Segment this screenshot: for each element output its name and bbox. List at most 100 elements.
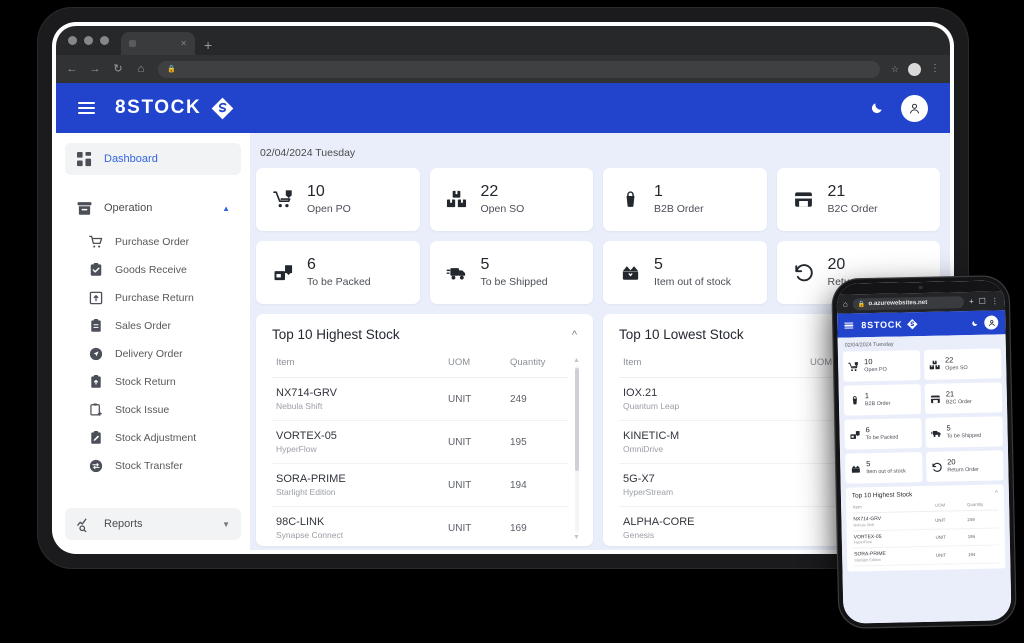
sidebar-item-dashboard[interactable]: Dashboard bbox=[65, 143, 241, 175]
user-avatar-icon[interactable] bbox=[984, 315, 999, 330]
package-up-icon bbox=[850, 429, 861, 440]
browser-tab[interactable]: ✕ bbox=[121, 32, 195, 55]
close-window-dot[interactable] bbox=[68, 36, 77, 45]
chevron-up-icon[interactable]: ^ bbox=[995, 490, 998, 496]
arrow-left-icon[interactable]: ← bbox=[66, 63, 78, 75]
stat-value: 20 bbox=[827, 255, 846, 273]
sidebar-item-goods-receive[interactable]: Goods Receive bbox=[65, 256, 241, 284]
column-header-uom: UOM bbox=[933, 500, 967, 512]
kebab-menu-icon[interactable]: ⋮ bbox=[991, 296, 999, 305]
clipboard-list-icon bbox=[88, 319, 103, 334]
stat-card-to-be-shipped[interactable]: 5 To be Shipped bbox=[429, 241, 593, 304]
stat-card-open-po[interactable]: 10 Open PO bbox=[842, 350, 921, 382]
tab-count-icon[interactable]: ☐ bbox=[979, 296, 986, 305]
cell-uom: UNIT bbox=[444, 463, 506, 507]
stat-card-to-be-packed[interactable]: 6 To be Packed bbox=[844, 418, 922, 450]
moon-icon[interactable] bbox=[971, 319, 978, 326]
phone-app-header: 8STOCK bbox=[837, 310, 1006, 338]
table-scrollbar[interactable]: ▲ ▼ bbox=[572, 357, 581, 541]
scroll-down-arrow-icon[interactable]: ▼ bbox=[573, 534, 580, 541]
table-row[interactable]: VORTEX-05 HyperFlow UNIT 195 bbox=[272, 420, 568, 464]
stat-card-open-so[interactable]: 22 Open SO bbox=[429, 168, 593, 231]
user-avatar-icon[interactable] bbox=[901, 94, 928, 122]
chevron-up-icon[interactable]: ^ bbox=[572, 329, 577, 341]
cell-quantity: 249 bbox=[506, 377, 568, 421]
stat-value: 10 bbox=[864, 357, 873, 367]
table-row[interactable]: SORA-PRIME Starlight Edition UNIT 194 bbox=[852, 544, 1000, 566]
sidebar-item-stock-return[interactable]: Stock Return bbox=[65, 368, 241, 396]
brand-logo[interactable]: 8STOCK bbox=[861, 318, 918, 331]
cell-uom: UNIT bbox=[934, 545, 968, 564]
scrollbar-track[interactable] bbox=[574, 366, 579, 532]
reload-icon[interactable]: ↻ bbox=[112, 63, 124, 75]
sidebar-item-delivery-order[interactable]: Delivery Order bbox=[65, 340, 241, 368]
item-description: Synapse Connect bbox=[276, 530, 344, 540]
stat-card-b2b-order[interactable]: 1 B2B Order bbox=[843, 384, 922, 416]
panel-header[interactable]: Top 10 Highest Stock ^ bbox=[256, 314, 593, 352]
sidebar-group-reports[interactable]: Reports ▼ bbox=[65, 508, 241, 540]
stat-card-b2c-order[interactable]: 21 B2C Order bbox=[776, 168, 940, 231]
close-tab-icon[interactable]: ✕ bbox=[180, 39, 187, 48]
home-icon[interactable]: ⌂ bbox=[135, 63, 147, 75]
sidebar-item-stock-issue[interactable]: Stock Issue bbox=[65, 396, 241, 424]
sidebar-group-operation[interactable]: Operation ▲ bbox=[65, 192, 241, 224]
minimize-window-dot[interactable] bbox=[84, 36, 93, 45]
table-row[interactable]: 98C-LINK Synapse Connect UNIT 169 bbox=[272, 506, 568, 546]
address-bar[interactable]: 🔒 bbox=[158, 60, 880, 78]
sidebar-item-purchase-return[interactable]: Purchase Return bbox=[65, 284, 241, 312]
transfer-circle-icon bbox=[88, 459, 103, 474]
panel-top-10-highest-stock: Top 10 Highest Stock ^ Item UOM Quantity bbox=[256, 314, 593, 546]
new-tab-icon[interactable]: + bbox=[204, 38, 212, 52]
stat-label: Open SO bbox=[480, 203, 525, 216]
sidebar-item-purchase-order[interactable]: Purchase Order bbox=[65, 228, 241, 256]
hamburger-icon[interactable] bbox=[844, 321, 854, 330]
stat-card-return-order[interactable]: 20 Return Order bbox=[925, 450, 1004, 482]
stat-card-item-out-of-stock[interactable]: 5 Item out of stock bbox=[603, 241, 767, 304]
window-traffic-lights[interactable] bbox=[68, 26, 121, 55]
scroll-up-arrow-icon[interactable]: ▲ bbox=[573, 357, 580, 364]
package-up-icon bbox=[272, 262, 294, 284]
arrow-right-icon[interactable]: → bbox=[89, 63, 101, 75]
sidebar-item-stock-transfer[interactable]: Stock Transfer bbox=[65, 452, 241, 480]
stat-label: B2C Order bbox=[827, 203, 878, 216]
table-row[interactable]: NX714-GRV Nebula Shift UNIT 249 bbox=[272, 377, 568, 421]
purchase-order-icon bbox=[272, 189, 294, 211]
home-icon[interactable]: ⌂ bbox=[843, 300, 848, 309]
stat-value: 21 bbox=[945, 389, 955, 399]
browser-profile-avatar[interactable] bbox=[908, 62, 921, 76]
stat-card-open-so[interactable]: 22 Open SO bbox=[923, 348, 1002, 380]
brand-logo[interactable]: 8STOCK bbox=[115, 96, 235, 121]
sidebar-item-sales-order[interactable]: Sales Order bbox=[65, 312, 241, 340]
stat-card-item-out-of-stock[interactable]: 5 Item out of stock bbox=[845, 452, 923, 484]
stat-card-to-be-packed[interactable]: 6 To be Packed bbox=[256, 241, 420, 304]
phone-address-bar[interactable]: 🔒 o.azurewebsites.net bbox=[852, 295, 965, 310]
cell-item: ALPHA-CORE Genesis bbox=[619, 506, 806, 546]
panel-table-area: Item UOM Quantity NX714-GRV Nebula Shift… bbox=[256, 352, 593, 546]
stat-card-open-po[interactable]: 10 Open PO bbox=[256, 168, 420, 231]
stat-value: 5 bbox=[866, 459, 871, 469]
bucket-icon bbox=[619, 189, 641, 211]
sidebar-item-stock-adjustment[interactable]: Stock Adjustment bbox=[65, 424, 241, 452]
moon-icon[interactable] bbox=[870, 101, 884, 115]
scrollbar-thumb[interactable] bbox=[574, 368, 579, 471]
hamburger-icon[interactable] bbox=[78, 102, 95, 114]
lock-icon: 🔒 bbox=[857, 300, 866, 308]
sidebar-operation-submenu: Purchase Order Goods Receive Purchase Re… bbox=[65, 228, 241, 480]
cell-item: NX714-GRV Nebula Shift bbox=[852, 511, 935, 531]
phone-device-frame: ⌂ 🔒 o.azurewebsites.net + ☐ ⋮ 8STOCK 02/… bbox=[832, 276, 1016, 628]
panel-header[interactable]: Top 10 Highest Stock ^ bbox=[852, 489, 998, 500]
s-diamond-logo-icon bbox=[906, 318, 918, 330]
stat-card-b2b-order[interactable]: 1 B2B Order bbox=[603, 168, 767, 231]
maximize-window-dot[interactable] bbox=[100, 36, 109, 45]
chevron-up-icon[interactable]: ▲ bbox=[222, 204, 230, 213]
stat-value: 20 bbox=[947, 457, 956, 467]
star-icon[interactable]: ☆ bbox=[891, 64, 899, 75]
kebab-menu-icon[interactable]: ⋮ bbox=[930, 64, 940, 74]
chevron-down-icon[interactable]: ▼ bbox=[222, 520, 230, 529]
stat-card-to-be-shipped[interactable]: 5 To be Shipped bbox=[925, 416, 1003, 448]
stat-card-b2c-order[interactable]: 21 B2C Order bbox=[924, 382, 1003, 414]
stat-label: B2B Order bbox=[654, 203, 704, 216]
plus-icon[interactable]: + bbox=[969, 296, 974, 305]
table-row[interactable]: SORA-PRIME Starlight Edition UNIT 194 bbox=[272, 463, 568, 507]
item-description: HyperStream bbox=[623, 487, 674, 497]
